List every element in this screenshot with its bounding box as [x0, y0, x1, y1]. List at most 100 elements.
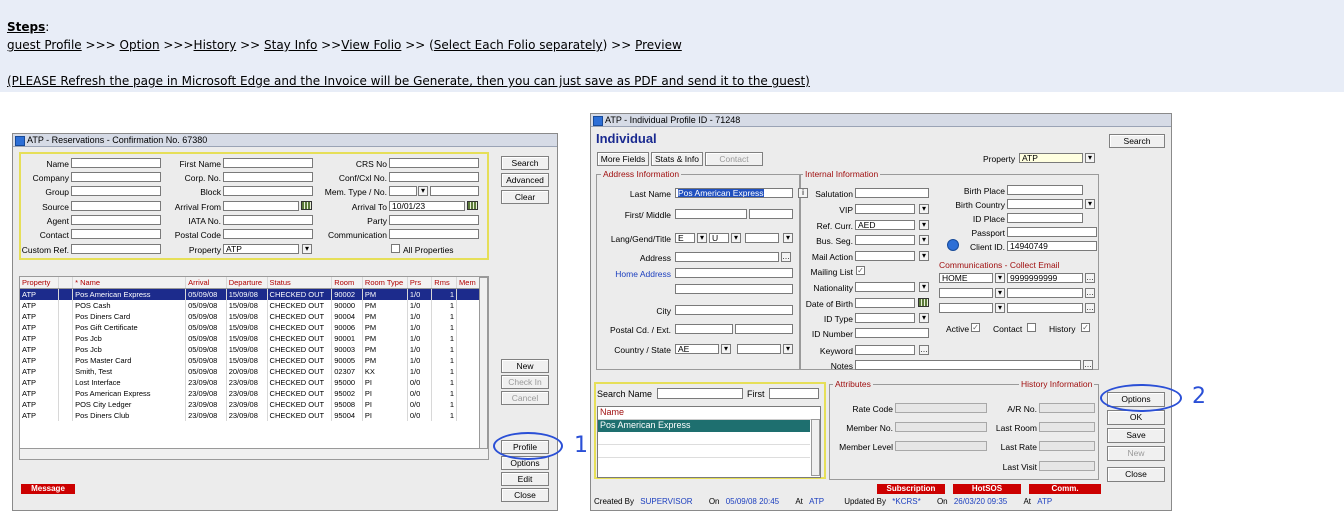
- first-name-input[interactable]: [223, 158, 313, 168]
- new-button[interactable]: New: [501, 359, 549, 373]
- mail-action-input[interactable]: [855, 251, 915, 261]
- keyword-more-button[interactable]: …: [919, 345, 929, 355]
- table-row[interactable]: ATP Pos Diners Card 05/09/08 15/09/08 CHECKE…: [20, 311, 480, 322]
- comm-more-button[interactable]: …: [1085, 303, 1095, 313]
- middle-name-input[interactable]: [749, 209, 793, 219]
- calendar-icon[interactable]: [918, 298, 929, 307]
- id-number-input[interactable]: [855, 328, 929, 338]
- comm-type-dropdown-icon[interactable]: ▾: [995, 273, 1005, 283]
- arrival-to-input[interactable]: 10/01/23: [389, 201, 465, 211]
- table-row[interactable]: ATP Smith, Test 05/09/08 20/09/08 CHECKED OU…: [20, 366, 480, 377]
- notes-more-button[interactable]: …: [1083, 360, 1093, 370]
- first-name-input[interactable]: [675, 209, 747, 219]
- step-link-preview[interactable]: Preview: [635, 38, 682, 52]
- comm-value-input-2[interactable]: [1007, 288, 1083, 298]
- profile-close-button[interactable]: Close: [1107, 467, 1165, 482]
- state-input[interactable]: [737, 344, 781, 354]
- birth-country-dropdown-icon[interactable]: ▾: [1085, 199, 1095, 209]
- col-rms[interactable]: Rms: [431, 277, 458, 289]
- advanced-button[interactable]: Advanced: [501, 173, 549, 187]
- calendar-icon[interactable]: [467, 201, 478, 210]
- comm-type-input-2[interactable]: [939, 288, 993, 298]
- table-row[interactable]: ATP Pos American Express 23/09/08 23/09/08 C…: [20, 388, 480, 399]
- all-properties-checkbox[interactable]: [391, 244, 400, 253]
- comm-value-input[interactable]: 9999999999: [1007, 273, 1083, 283]
- block-input[interactable]: [223, 186, 313, 196]
- table-row[interactable]: ATP Pos Diners Club 23/09/08 23/09/08 CHECKE…: [20, 410, 480, 421]
- comm-type-dropdown-icon[interactable]: ▾: [995, 288, 1005, 298]
- list-item[interactable]: [598, 432, 810, 445]
- search-first-input[interactable]: [769, 388, 819, 399]
- passport-input[interactable]: [1007, 227, 1097, 237]
- vip-dropdown-icon[interactable]: ▾: [919, 204, 929, 214]
- notes-input[interactable]: [855, 360, 1081, 370]
- contact-checkbox[interactable]: [1027, 323, 1036, 332]
- bus-seg-dropdown-icon[interactable]: ▾: [919, 235, 929, 245]
- state-dropdown-icon[interactable]: ▾: [783, 344, 793, 354]
- profile-property-dropdown-icon[interactable]: ▾: [1085, 153, 1095, 163]
- table-row[interactable]: ATP Pos American Express 05/09/08 15/09/08 C…: [20, 288, 480, 300]
- list-item[interactable]: Pos American Express: [598, 420, 810, 432]
- ok-button[interactable]: OK: [1107, 410, 1165, 425]
- birth-place-input[interactable]: [1007, 185, 1083, 195]
- table-row[interactable]: ATP Pos Master Card 05/09/08 15/09/08 CHECKE…: [20, 355, 480, 366]
- hotsos-button[interactable]: HotSOS: [953, 484, 1021, 494]
- check-in-button[interactable]: Check In: [501, 375, 549, 389]
- clear-button[interactable]: Clear: [501, 190, 549, 204]
- col-flag[interactable]: [58, 277, 74, 289]
- comm-more-button[interactable]: …: [1085, 288, 1095, 298]
- postal-code-input[interactable]: [223, 229, 313, 239]
- contact-input[interactable]: [71, 229, 161, 239]
- birth-country-input[interactable]: [1007, 199, 1083, 209]
- last-name-input[interactable]: Pos American Express: [675, 188, 793, 198]
- table-row[interactable]: ATP Pos Jcb 05/09/08 15/09/08 CHECKED OUT 900…: [20, 333, 480, 344]
- list-item[interactable]: [598, 445, 810, 458]
- ref-curr-dropdown-icon[interactable]: ▾: [919, 220, 929, 230]
- nationality-dropdown-icon[interactable]: ▾: [919, 282, 929, 292]
- name-input[interactable]: [71, 158, 161, 168]
- language-input[interactable]: E: [675, 233, 695, 243]
- postal-code-input[interactable]: [675, 324, 733, 334]
- country-dropdown-icon[interactable]: ▾: [721, 344, 731, 354]
- step-link-stay-info[interactable]: Stay Info: [264, 38, 317, 52]
- comm-value-input-3[interactable]: [1007, 303, 1083, 313]
- grid-horizontal-scrollbar[interactable]: [20, 448, 488, 459]
- table-row[interactable]: ATP POS Cash 05/09/08 15/09/08 CHECKED OUT 90…: [20, 300, 480, 311]
- nationality-input[interactable]: [855, 282, 915, 292]
- subscription-button[interactable]: Subscription: [877, 484, 945, 494]
- address-input[interactable]: [675, 252, 779, 262]
- edit-button[interactable]: Edit: [501, 472, 549, 486]
- title-input[interactable]: [745, 233, 779, 243]
- profile-search-button[interactable]: Search: [1109, 134, 1165, 148]
- gender-dropdown-icon[interactable]: ▾: [731, 233, 741, 243]
- col-room-type[interactable]: Room Type: [362, 277, 408, 289]
- contact-tab[interactable]: Contact: [705, 152, 763, 166]
- bus-seg-input[interactable]: [855, 235, 915, 245]
- communication-input[interactable]: [389, 229, 479, 239]
- id-type-input[interactable]: [855, 313, 915, 323]
- client-id-input[interactable]: 14940749: [1007, 241, 1097, 251]
- id-place-input[interactable]: [1007, 213, 1083, 223]
- conf-cxl-no-input[interactable]: [389, 172, 479, 182]
- language-dropdown-icon[interactable]: ▾: [697, 233, 707, 243]
- arrival-from-input[interactable]: [223, 201, 299, 211]
- comm-button[interactable]: Comm.: [1029, 484, 1101, 494]
- agent-input[interactable]: [71, 215, 161, 225]
- id-type-dropdown-icon[interactable]: ▾: [919, 313, 929, 323]
- col-departure[interactable]: Departure: [226, 277, 268, 289]
- comm-more-button[interactable]: …: [1085, 273, 1095, 283]
- company-input[interactable]: [71, 172, 161, 182]
- step-link-history[interactable]: History: [194, 38, 237, 52]
- profile-property-input[interactable]: ATP: [1019, 153, 1083, 163]
- name-list-scrollbar[interactable]: [811, 419, 820, 476]
- search-button[interactable]: Search: [501, 156, 549, 170]
- vip-input[interactable]: [855, 204, 915, 214]
- close-button[interactable]: Close: [501, 488, 549, 502]
- more-fields-tab[interactable]: More Fields: [597, 152, 649, 166]
- home-address-link[interactable]: Home Address: [599, 269, 671, 279]
- mail-action-dropdown-icon[interactable]: ▾: [919, 251, 929, 261]
- custom-ref-input[interactable]: [71, 244, 161, 254]
- step-link-select-folio[interactable]: Select Each Folio separately: [434, 38, 603, 52]
- country-input[interactable]: AE: [675, 344, 719, 354]
- postal-ext-input[interactable]: [735, 324, 793, 334]
